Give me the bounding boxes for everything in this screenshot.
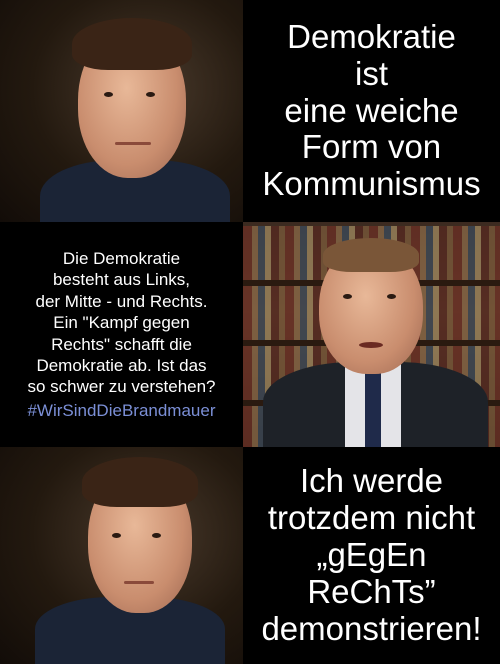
- left-eye-2: [112, 533, 121, 538]
- panel-middle-right-photo: [243, 222, 500, 447]
- tie: [365, 370, 381, 447]
- hashtag: #WirSindDieBrandmauer: [27, 400, 216, 420]
- bottom-right-caption: Ich werde trotzdem nicht „gEgEn ReChTs” …: [261, 462, 482, 647]
- middle-left-block: Die Demokratie besteht aus Links, der Mi…: [21, 226, 221, 442]
- panel-top-left-photo: [0, 0, 243, 222]
- frown: [124, 581, 154, 584]
- person-hair: [72, 18, 192, 70]
- right-eye: [146, 92, 155, 97]
- top-right-caption: Demokratie ist eine weiche Form von Komm…: [262, 17, 481, 203]
- middle-left-caption: Die Demokratie besteht aus Links, der Mi…: [27, 248, 216, 397]
- man-left-eye: [343, 294, 352, 299]
- panel-middle-left: Die Demokratie besteht aus Links, der Mi…: [0, 222, 243, 447]
- meme-grid: Demokratie ist eine weiche Form von Komm…: [0, 0, 500, 664]
- panel-bottom-left-photo: [0, 447, 243, 664]
- right-eye-2: [152, 533, 161, 538]
- man-mouth: [359, 342, 383, 348]
- person-hair-2: [82, 457, 198, 507]
- panel-top-right: Demokratie ist eine weiche Form von Komm…: [243, 0, 500, 222]
- left-eye: [104, 92, 113, 97]
- man-hair: [323, 238, 419, 272]
- smile: [115, 142, 151, 145]
- panel-bottom-right: Ich werde trotzdem nicht „gEgEn ReChTs” …: [243, 447, 500, 664]
- man-right-eye: [387, 294, 396, 299]
